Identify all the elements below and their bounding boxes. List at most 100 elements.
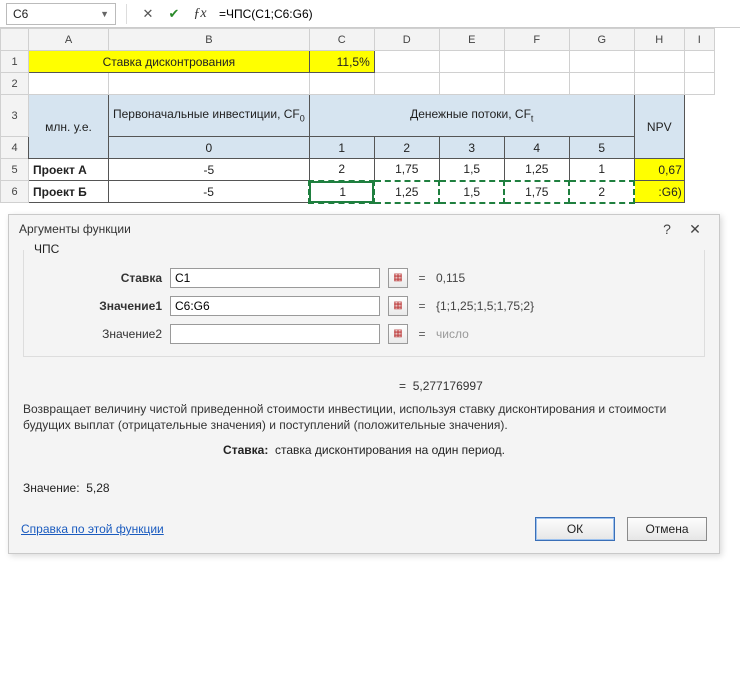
cell[interactable]: 2 [569, 181, 634, 203]
col-header[interactable]: E [439, 29, 504, 51]
range-picker-icon[interactable]: ▦ [388, 324, 408, 344]
accept-formula-icon[interactable]: ✔ [163, 3, 185, 25]
argument-help-label: Ставка: [223, 443, 268, 457]
arg-label: Значение2 [32, 327, 162, 341]
col-header[interactable]: B [109, 29, 310, 51]
row-header[interactable]: 6 [1, 181, 29, 203]
cell[interactable] [504, 51, 569, 73]
dialog-title: Аргументы функции [19, 222, 131, 236]
argument-help-text: ставка дисконтирования на один период. [275, 443, 505, 457]
cell[interactable] [504, 73, 569, 95]
cell[interactable]: 1,75 [374, 159, 439, 181]
name-box[interactable]: C6 ▼ [6, 3, 116, 25]
ok-button-label: ОК [567, 522, 583, 536]
cell[interactable]: 1,25 [374, 181, 439, 203]
cell[interactable]: 0 [109, 137, 310, 159]
cell[interactable] [684, 73, 714, 95]
cell[interactable]: 11,5% [309, 51, 374, 73]
cell[interactable]: 1,5 [439, 159, 504, 181]
cell[interactable]: -5 [109, 181, 310, 203]
col-header[interactable]: F [504, 29, 569, 51]
dialog-titlebar[interactable]: Аргументы функции ? ✕ [9, 215, 719, 244]
row-header[interactable]: 3 [1, 95, 29, 137]
range-picker-icon[interactable]: ▦ [388, 296, 408, 316]
formula-bar: C6 ▼ ✕ ✔ ƒx [0, 0, 740, 28]
subscript: t [531, 114, 534, 124]
col-header[interactable]: G [569, 29, 634, 51]
cell-text: Первоначальные инвестиции, CF [113, 107, 300, 121]
cell[interactable] [309, 73, 374, 95]
row-header[interactable]: 5 [1, 159, 29, 181]
cell[interactable]: Денежные потоки, CFt [309, 95, 634, 137]
function-name: ЧПС [30, 242, 63, 256]
row-header[interactable]: 1 [1, 51, 29, 73]
cell[interactable]: 5 [569, 137, 634, 159]
arg-value2-input[interactable] [170, 324, 380, 344]
col-header[interactable]: A [29, 29, 109, 51]
cell[interactable]: млн. у.е. [29, 95, 109, 159]
cell[interactable] [634, 73, 684, 95]
cell[interactable]: 1 [569, 159, 634, 181]
cell[interactable] [29, 73, 109, 95]
cell[interactable] [684, 95, 714, 137]
cell[interactable]: -5 [109, 159, 310, 181]
ok-button[interactable]: ОК [535, 517, 615, 541]
row-header[interactable]: 4 [1, 137, 29, 159]
cancel-button-label: Отмена [645, 522, 688, 536]
subscript: 0 [300, 114, 305, 124]
row-header[interactable]: 2 [1, 73, 29, 95]
cell[interactable]: 4 [504, 137, 569, 159]
cell[interactable]: 2 [309, 159, 374, 181]
cell-npv[interactable]: 0,67 [634, 159, 684, 181]
cell[interactable]: 1,75 [504, 181, 569, 203]
cell[interactable]: Ставка дисконтрования [29, 51, 310, 73]
cell[interactable]: Первоначальные инвестиции, CF0 [109, 95, 310, 137]
cell[interactable] [109, 73, 310, 95]
cell[interactable]: NPV [634, 95, 684, 159]
function-arguments-dialog: Аргументы функции ? ✕ ЧПС Ставка ▦ = 0,1… [8, 214, 720, 554]
formula-input[interactable] [215, 3, 734, 25]
col-header[interactable]: I [684, 29, 714, 51]
close-icon[interactable]: ✕ [681, 221, 709, 238]
cell[interactable]: 1,5 [439, 181, 504, 203]
chevron-down-icon[interactable]: ▼ [100, 9, 109, 19]
arg-result: 0,115 [436, 271, 465, 285]
select-all-corner[interactable] [1, 29, 29, 51]
col-header[interactable]: H [634, 29, 684, 51]
cell-active[interactable]: 1 [309, 181, 374, 203]
cell[interactable]: 1,25 [504, 159, 569, 181]
help-icon[interactable]: ? [653, 221, 681, 237]
argument-help: Ставка: ставка дисконтирования на один п… [23, 443, 705, 457]
arg-rate-input[interactable] [170, 268, 380, 288]
cell[interactable]: 1 [309, 137, 374, 159]
cell-npv-editing[interactable]: :G6) [634, 181, 684, 203]
cancel-formula-icon[interactable]: ✕ [137, 3, 159, 25]
col-header[interactable]: C [309, 29, 374, 51]
cell[interactable] [439, 51, 504, 73]
range-picker-icon[interactable]: ▦ [388, 268, 408, 288]
cell[interactable]: Проект Б [29, 181, 109, 203]
cell[interactable] [374, 51, 439, 73]
cell[interactable] [684, 159, 714, 181]
cell[interactable] [569, 51, 634, 73]
result-value-line: Значение: 5,28 [23, 481, 705, 495]
cell[interactable] [684, 137, 714, 159]
arg-label: Ставка [32, 271, 162, 285]
cell[interactable] [569, 73, 634, 95]
result-value: 5,28 [86, 481, 109, 495]
help-link[interactable]: Справка по этой функции [21, 522, 164, 536]
cell[interactable]: 3 [439, 137, 504, 159]
cell[interactable]: Проект А [29, 159, 109, 181]
spreadsheet-grid[interactable]: A B C D E F G H I 1 Ставка дисконтровани… [0, 28, 715, 204]
col-header[interactable]: D [374, 29, 439, 51]
cell[interactable]: 2 [374, 137, 439, 159]
cell[interactable] [374, 73, 439, 95]
formula-preview: = 5,277176997 [23, 379, 705, 393]
cancel-button[interactable]: Отмена [627, 517, 707, 541]
arg-value1-input[interactable] [170, 296, 380, 316]
fx-icon[interactable]: ƒx [189, 3, 211, 25]
cell[interactable] [684, 181, 714, 203]
cell[interactable] [439, 73, 504, 95]
cell[interactable] [634, 51, 684, 73]
cell[interactable] [684, 51, 714, 73]
